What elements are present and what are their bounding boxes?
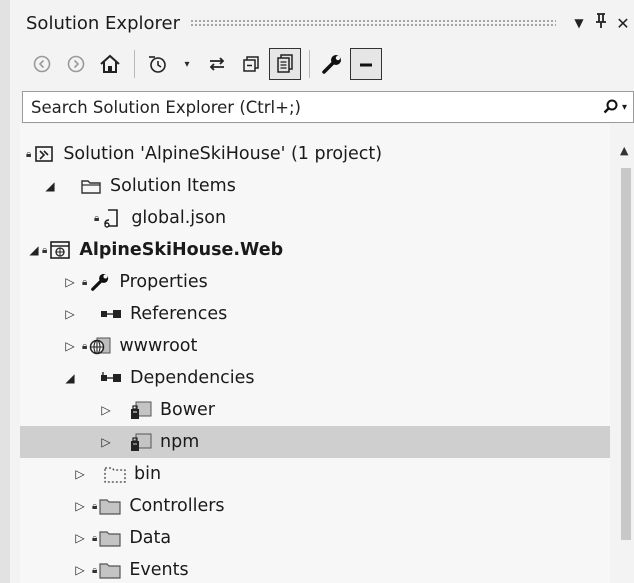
pin-icon[interactable] [590,13,612,33]
solution-tree: 🔒︎ Solution 'AlpineSkiHouse' (1 project)… [20,124,610,583]
history-icon[interactable] [141,48,173,80]
references-icon [100,304,122,324]
tree-item-label: global.json [131,208,227,228]
dotted-folder-icon [104,464,126,484]
tree-item-label: Bower [160,400,215,420]
forward-icon[interactable] [60,48,92,80]
lock-icon: 🔒︎ [94,212,100,224]
expanded-arrow-icon[interactable]: ◢ [26,243,42,257]
tree-item-solution-items[interactable]: ◢ Solution Items [20,170,610,202]
search-icon [603,99,618,114]
close-icon[interactable]: ✕ [612,14,634,33]
tree-item-label: Controllers [129,496,225,516]
folder-icon [99,496,121,516]
scrollbar-thumb[interactable] [621,168,631,540]
window-position-dropdown-icon[interactable]: ▼ [568,16,590,30]
lock-icon: 🔒︎ [82,340,88,352]
toolbar: ▾ [20,42,634,86]
sync-icon[interactable] [201,48,233,80]
vertical-scrollbar[interactable]: ▲ [614,124,634,583]
panel-title: Solution Explorer [26,12,180,34]
lock-icon: 🔒︎ [26,148,32,160]
tree-item-label: Events [129,560,189,580]
expanded-arrow-icon[interactable]: ◢ [62,371,78,385]
tree-item-label: wwwroot [119,336,198,356]
tree-item-dependencies[interactable]: ◢ Dependencies [20,362,610,394]
wrench-icon [89,272,111,292]
lock-icon: 🔒︎ [92,500,98,512]
tree-item-label: AlpineSkiHouse.Web [79,240,284,260]
tree-item-references[interactable]: ▷ References [20,298,610,330]
dependencies-icon [100,368,122,388]
collapsed-arrow-icon[interactable]: ▷ [98,435,114,449]
collapsed-arrow-icon[interactable]: ▷ [62,307,78,321]
show-all-files-icon[interactable] [269,48,301,80]
web-project-icon [49,240,71,260]
lock-icon: 🔒︎ [82,276,88,288]
globe-folder-icon [89,336,111,356]
tree-item-label: npm [160,432,200,452]
solution-icon [33,144,55,164]
collapsed-arrow-icon[interactable]: ▷ [72,467,88,481]
collapse-all-icon[interactable] [235,48,267,80]
tree-item-bower[interactable]: ▷ Bower [20,394,610,426]
search-input[interactable] [23,97,593,117]
tree-item-bin[interactable]: ▷ bin [20,458,610,490]
scroll-up-icon[interactable]: ▲ [620,144,628,157]
tree-item-label: Dependencies [130,368,255,388]
expanded-arrow-icon[interactable]: ◢ [42,179,58,193]
tree-item-label: Properties [119,272,208,292]
package-folder-icon [130,400,152,420]
collapsed-arrow-icon[interactable]: ▷ [62,275,78,289]
tree-item-web-project[interactable]: ◢ 🔒︎ AlpineSkiHouse.Web [20,234,610,266]
collapsed-arrow-icon[interactable]: ▷ [72,499,88,513]
tree-item-label: Solution 'AlpineSkiHouse' (1 project) [63,144,383,164]
home-icon[interactable] [94,48,126,80]
lock-icon: 🔒︎ [42,244,48,256]
back-icon[interactable] [26,48,58,80]
collapsed-arrow-icon[interactable]: ▷ [62,339,78,353]
history-dropdown-icon[interactable]: ▾ [175,48,199,80]
collapsed-arrow-icon[interactable]: ▷ [72,531,88,545]
tree-item-controllers[interactable]: ▷ 🔒︎ Controllers [20,490,610,522]
search-box: ▾ [22,91,634,123]
collapsed-arrow-icon[interactable]: ▷ [98,403,114,417]
properties-wrench-icon[interactable] [316,48,348,80]
tree-item-data[interactable]: ▷ 🔒︎ Data [20,522,610,554]
lock-icon: 🔒︎ [92,532,98,544]
lock-icon: 🔒︎ [92,564,98,576]
folder-icon [99,560,121,580]
tree-item-global-json[interactable]: 🔒︎ global.json [20,202,610,234]
search-options-button[interactable]: ▾ [593,98,633,116]
tree-item-solution[interactable]: 🔒︎ Solution 'AlpineSkiHouse' (1 project) [20,138,610,170]
tree-item-label: Solution Items [110,176,236,196]
preview-icon[interactable] [350,48,382,80]
solution-explorer-panel: Solution Explorer ▼ ✕ ▾ Search Solution … [0,0,634,583]
tree-item-properties[interactable]: ▷ 🔒︎ Properties [20,266,610,298]
folder-icon [99,528,121,548]
title-bar: Solution Explorer ▼ ✕ [20,8,634,38]
tree-item-events[interactable]: ▷ 🔒︎ Events [20,554,610,583]
json-file-icon [101,208,123,228]
chevron-down-icon: ▾ [621,101,627,113]
folder-icon [80,176,102,196]
tree-item-npm[interactable]: ▷ npm [20,426,610,458]
collapsed-arrow-icon[interactable]: ▷ [72,563,88,577]
tree-item-label: Data [129,528,172,548]
toolbar-separator [309,50,310,78]
drag-grip[interactable] [190,19,556,27]
tree-item-label: bin [134,464,162,484]
package-folder-icon [130,432,152,452]
tree-item-label: References [130,304,228,324]
toolbar-separator [134,50,135,78]
tree-item-wwwroot[interactable]: ▷ 🔒︎ wwwroot [20,330,610,362]
